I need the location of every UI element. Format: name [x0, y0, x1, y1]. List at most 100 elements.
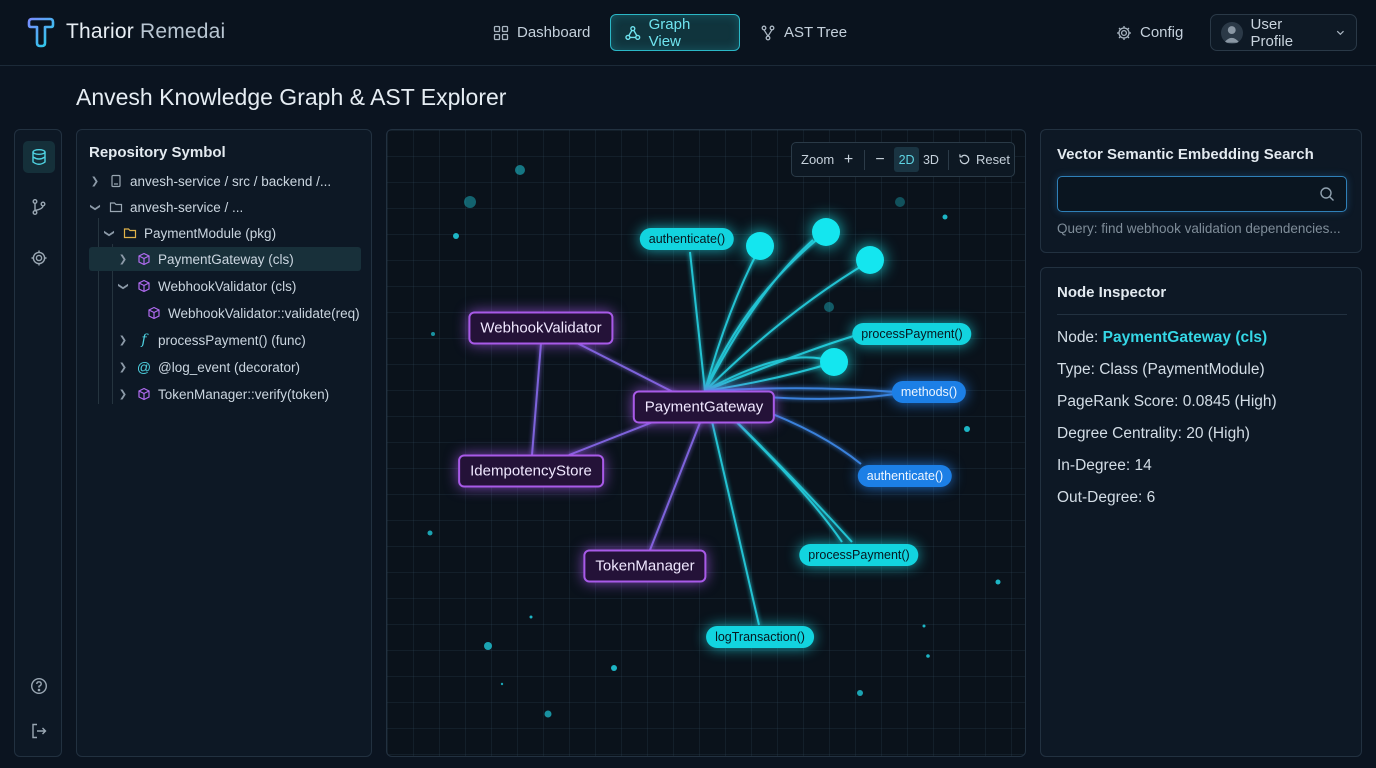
nav-dashboard-label: Dashboard — [517, 24, 591, 41]
tree-item[interactable]: ❯ @ @log_event (decorator) — [89, 355, 361, 379]
tree-item-label: anvesh-service / ... — [130, 199, 244, 215]
gear-icon — [1117, 25, 1131, 40]
edges-cyan — [689, 231, 871, 626]
tree-item[interactable]: ❯ WebhookValidator (cls) — [89, 274, 361, 298]
nav-config[interactable]: Config — [1102, 14, 1197, 51]
nav-config-label: Config — [1140, 24, 1184, 41]
icon-rail — [14, 129, 62, 757]
rail-help-button[interactable] — [23, 670, 55, 702]
brand-name-bold: Tharior — [66, 20, 134, 43]
nav-ast-tree[interactable]: AST Tree — [746, 14, 861, 51]
cube-icon — [145, 305, 163, 321]
file-icon — [107, 173, 125, 189]
graph-node-dot[interactable] — [820, 348, 848, 376]
inspector-out-degree: Out-Degree: 6 — [1057, 489, 1156, 506]
tree-item[interactable]: WebhookValidator::validate(req) — [89, 301, 361, 325]
reset-button[interactable]: Reset — [954, 147, 1014, 172]
mode-2d-button[interactable]: 2D — [894, 147, 919, 172]
inspector-heading: Node Inspector — [1057, 284, 1167, 301]
graph-node-log-transaction[interactable]: logTransaction() — [706, 626, 814, 648]
chevron-right-icon: ❯ — [90, 175, 100, 187]
divider — [1057, 314, 1347, 315]
reset-label: Reset — [976, 152, 1011, 167]
graph-node-authenticate[interactable]: authenticate() — [857, 465, 953, 487]
graph-node-dot[interactable] — [812, 218, 840, 246]
chevron-down-icon: ❯ — [103, 228, 115, 238]
graph-node-dot[interactable] — [856, 246, 884, 274]
graph-node-process-payment[interactable]: processPayment() — [799, 544, 919, 566]
inspector-node-value[interactable]: PaymentGateway (cls) — [1103, 329, 1268, 346]
graph-node-token-manager[interactable]: TokenManager — [583, 549, 707, 583]
edges-purple — [531, 342, 702, 551]
tree-item[interactable]: ❯ PaymentModule (pkg) — [89, 221, 361, 245]
inspector-type: Type: Class (PaymentModule) — [1057, 361, 1265, 378]
zoom-in-button[interactable]: + — [838, 147, 859, 172]
tree-item[interactable]: ❯ anvesh-service / src / backend /... — [89, 169, 361, 193]
gear-icon — [31, 250, 47, 266]
user-icon — [1223, 25, 1240, 43]
tree-item-label: TokenManager::verify(token) — [158, 386, 330, 402]
graph-node-methods[interactable]: methods() — [891, 381, 967, 403]
brand-name-light: Remedai — [139, 20, 226, 43]
graph-node-process-payment[interactable]: processPayment() — [852, 323, 972, 345]
graph-node-webhook-validator[interactable]: WebhookValidator — [468, 311, 614, 345]
folder-icon — [107, 199, 125, 215]
tree-icon — [761, 25, 775, 40]
top-bar: Tharior Remedai Dashboard Graph View AST… — [0, 0, 1376, 66]
search-hint: Query: find webhook validation dependenc… — [1057, 221, 1341, 236]
help-icon — [30, 677, 48, 695]
grid-icon — [493, 25, 509, 40]
graph-node-idempotency-store[interactable]: IdempotencyStore — [458, 454, 604, 488]
rail-logout-button[interactable] — [23, 715, 55, 747]
graph-node-dot[interactable] — [746, 232, 774, 260]
chevron-down-icon: ❯ — [89, 202, 101, 212]
chevron-right-icon: ❯ — [118, 388, 128, 400]
zoom-toolbar: Zoom + − 2D 3D Reset — [791, 142, 1015, 177]
tree-item-label: @log_event (decorator) — [158, 359, 301, 375]
rail-branch-button[interactable] — [23, 191, 55, 223]
page-title: Anvesh Knowledge Graph & AST Explorer — [76, 84, 507, 110]
tree-item-label: WebhookValidator (cls) — [158, 278, 297, 294]
chevron-right-icon: ❯ — [118, 253, 128, 265]
mode-3d-button[interactable]: 3D — [919, 147, 943, 172]
chevron-right-icon: ❯ — [118, 334, 128, 346]
nav-graph-view-label: Graph View — [648, 15, 691, 50]
node-inspector-panel: Node Inspector Node: PaymentGateway (cls… — [1040, 267, 1362, 757]
graph-node-payment-gateway[interactable]: PaymentGateway — [632, 390, 776, 424]
tree-item-label: processPayment() (func) — [158, 332, 306, 348]
brand[interactable]: Tharior Remedai — [26, 16, 225, 48]
inspector-node: Node: PaymentGateway (cls) — [1057, 329, 1267, 347]
zoom-label: Zoom — [801, 152, 835, 167]
tree-item-selected[interactable]: ❯ PaymentGateway (cls) — [89, 247, 361, 271]
rail-database-button[interactable] — [23, 141, 55, 173]
semantic-search-input[interactable] — [1057, 176, 1347, 212]
graph-node-authenticate[interactable]: authenticate() — [639, 228, 735, 250]
chevron-down-icon: ❯ — [117, 281, 129, 291]
inspector-in-degree: In-Degree: 14 — [1057, 457, 1152, 474]
graph-canvas[interactable]: Zoom + − 2D 3D Reset authenticate() proc… — [386, 129, 1026, 757]
rail-settings-button[interactable] — [23, 242, 55, 274]
tree-item-label: WebhookValidator::validate(req) — [168, 305, 360, 321]
tree-item[interactable]: ❯ TokenManager::verify(token) — [89, 382, 361, 406]
cube-icon — [135, 251, 153, 267]
nav-graph-view[interactable]: Graph View — [610, 14, 740, 51]
tree-item-label: PaymentModule (pkg) — [144, 225, 277, 241]
cube-icon — [135, 278, 153, 294]
search-icon[interactable] — [1319, 186, 1335, 202]
chevron-down-icon — [1337, 30, 1345, 36]
branch-icon — [32, 199, 46, 215]
nav-dashboard[interactable]: Dashboard — [479, 14, 604, 51]
tree-item[interactable]: ❯ f processPayment() (func) — [89, 328, 361, 352]
brand-name: Tharior Remedai — [66, 20, 225, 44]
inspector-degree-centrality: Degree Centrality: 20 (High) — [1057, 425, 1250, 442]
search-heading: Vector Semantic Embedding Search — [1057, 146, 1314, 163]
user-profile-button[interactable]: User Profile — [1210, 14, 1357, 51]
vector-search-panel: Vector Semantic Embedding Search Query: … — [1040, 129, 1362, 253]
reset-icon — [959, 154, 970, 165]
tree-item[interactable]: ❯ anvesh-service / ... — [89, 195, 361, 219]
tree-item-label: PaymentGateway (cls) — [158, 251, 294, 267]
inspector-pagerank: PageRank Score: 0.0845 (High) — [1057, 393, 1277, 410]
inspector-node-prefix: Node: — [1057, 329, 1103, 346]
zoom-out-button[interactable]: − — [870, 147, 891, 172]
function-icon: f — [141, 332, 147, 348]
